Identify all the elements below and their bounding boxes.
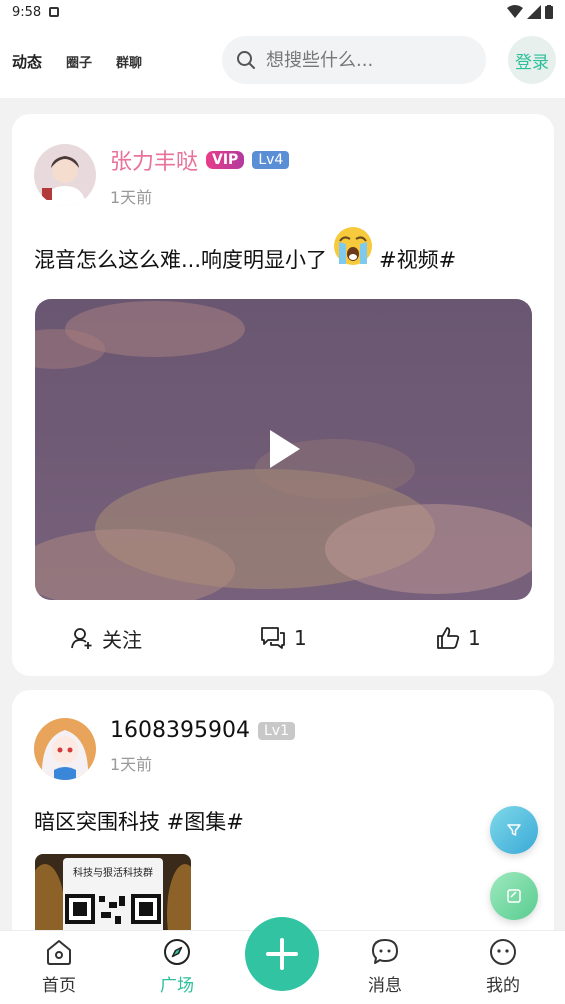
add-user-icon — [71, 628, 92, 649]
login-button[interactable]: 登录 — [508, 36, 556, 84]
post-author: 1608395904 Lv1 1天前 — [34, 718, 295, 780]
wifi-icon — [507, 5, 523, 18]
tab-bar: 动态 圈子 群聊 — [9, 51, 142, 72]
feed[interactable]: 张力丰哒 VIP Lv4 1天前 混音怎么这么难...响度明显小了 #视频# 关… — [0, 98, 565, 930]
filter-icon — [507, 824, 521, 836]
play-icon[interactable] — [270, 430, 300, 468]
image-caption: 科技与狠活科技群 — [73, 868, 153, 879]
author-name[interactable]: 张力丰哒 — [110, 144, 198, 176]
comment-icon — [261, 627, 285, 649]
nav-label: 消息 — [368, 976, 402, 996]
compass-icon — [164, 939, 190, 965]
search-icon — [237, 51, 255, 69]
post-hashtag[interactable]: #视频# — [379, 244, 456, 274]
tab-circles[interactable]: 圈子 — [66, 52, 92, 71]
nav-messages[interactable]: 消息 — [345, 937, 425, 996]
post-actions: 关注 1 1 — [12, 620, 554, 656]
nav-label: 广场 — [160, 976, 194, 996]
post-text-content: 混音怎么这么难...响度明显小了 — [34, 248, 328, 272]
nav-square[interactable]: 广场 — [137, 937, 217, 996]
battery-icon — [545, 5, 553, 19]
level-badge: Lv1 — [257, 721, 295, 740]
post-card[interactable]: 张力丰哒 VIP Lv4 1天前 混音怎么这么难...响度明显小了 #视频# 关… — [12, 114, 554, 676]
like-button[interactable]: 1 — [436, 626, 481, 650]
status-time: 9:58 — [12, 4, 42, 20]
thumbs-up-icon — [437, 627, 460, 649]
home-icon — [47, 940, 71, 965]
avatar[interactable] — [34, 144, 96, 206]
notification-icon — [49, 7, 60, 17]
nav-profile[interactable]: 我的 — [463, 937, 543, 996]
level-badge: Lv4 — [252, 151, 290, 169]
add-post-button[interactable] — [245, 917, 319, 991]
vip-badge: VIP — [206, 151, 245, 169]
post-image[interactable]: 科技与狠活科技群 — [35, 854, 191, 930]
comment-count: 1 — [294, 626, 307, 650]
search-bar[interactable] — [222, 36, 486, 84]
nav-home[interactable]: 首页 — [19, 937, 99, 996]
post-text[interactable]: 暗区突围科技 #图集# — [34, 806, 244, 836]
compose-button[interactable] — [490, 872, 538, 920]
tab-group-chat[interactable]: 群聊 — [116, 52, 142, 71]
message-icon — [372, 939, 398, 964]
author-name[interactable]: 1608395904 — [110, 718, 250, 743]
avatar[interactable] — [34, 718, 96, 780]
like-count: 1 — [468, 626, 481, 650]
post-text[interactable]: 混音怎么这么难...响度明显小了 #视频# — [34, 227, 456, 274]
video-player[interactable] — [35, 299, 532, 600]
post-card[interactable]: 1608395904 Lv1 1天前 暗区突围科技 #图集# 科技与狠活科技群 — [12, 690, 554, 930]
nav-label: 首页 — [42, 976, 76, 996]
status-bar: 9:58 — [0, 0, 565, 24]
edit-icon — [507, 889, 521, 903]
crying-emoji-icon — [334, 227, 373, 265]
comment-button[interactable]: 1 — [260, 626, 307, 650]
nav-label: 我的 — [486, 976, 520, 996]
plus-icon — [266, 938, 298, 970]
top-nav: 动态 圈子 群聊 登录 — [0, 24, 565, 98]
follow-button[interactable]: 关注 — [70, 624, 142, 653]
filter-button[interactable] — [490, 806, 538, 854]
post-time: 1天前 — [110, 755, 153, 774]
bottom-nav: 首页 广场 消息 我的 — [0, 917, 565, 1004]
post-author: 张力丰哒 VIP Lv4 1天前 — [34, 144, 290, 208]
profile-icon — [490, 939, 516, 965]
tab-dynamics[interactable]: 动态 — [9, 51, 45, 72]
search-input[interactable] — [266, 49, 466, 71]
follow-label: 关注 — [102, 627, 142, 652]
post-time: 1天前 — [110, 188, 153, 207]
signal-icon — [527, 5, 541, 19]
